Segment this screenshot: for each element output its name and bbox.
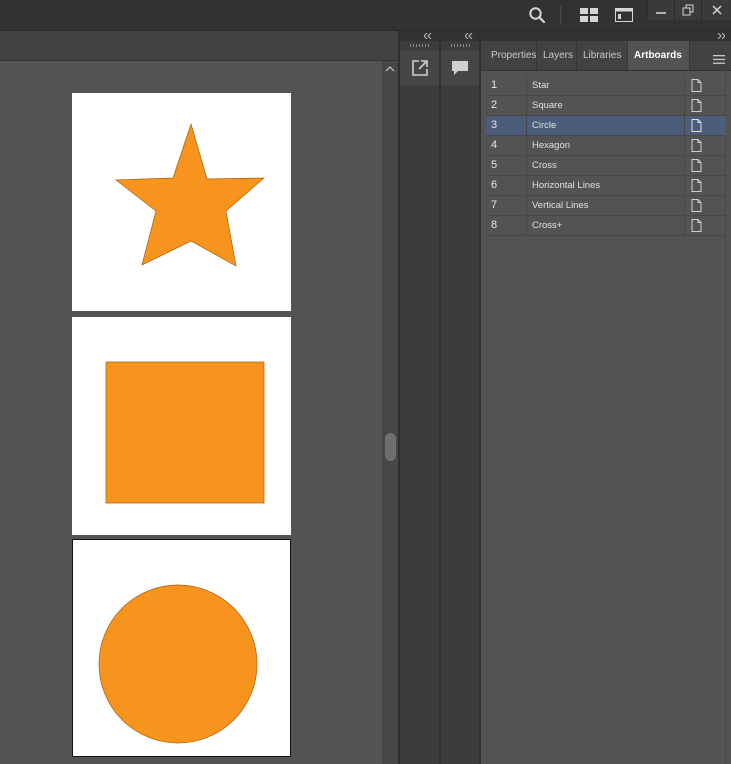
comment-icon[interactable] [441, 51, 479, 85]
document-tab-strip [0, 31, 398, 61]
dock-header [441, 31, 479, 41]
artboard-name[interactable]: Cross+ [532, 216, 562, 235]
artboard-number: 8 [491, 219, 498, 231]
artboards-panel: Properties Layers Libraries Artboards 1 … [481, 31, 731, 764]
artboard-name[interactable]: Cross [532, 156, 557, 175]
artboard-number: 7 [491, 199, 498, 211]
expand-arrows-icon[interactable] [717, 33, 725, 39]
artboard-number: 2 [491, 99, 498, 111]
export-icon[interactable] [400, 51, 439, 85]
tab-layers[interactable]: Layers [537, 41, 577, 70]
list-item[interactable]: 4 Hexagon [486, 136, 726, 156]
artboard-list: 1 Star 2 Square 3 Circle 4 Hexagon 5 Cro… [486, 76, 726, 236]
list-item[interactable]: 6 Horizontal Lines [486, 176, 726, 196]
artboard-options-icon[interactable] [690, 99, 702, 112]
artboard-name[interactable]: Star [532, 76, 549, 95]
list-item-selected[interactable]: 3 Circle [486, 116, 726, 136]
dock-header [400, 31, 439, 41]
artboard-circle[interactable] [72, 539, 291, 757]
artboard-name[interactable]: Hexagon [532, 136, 570, 155]
dock-grip[interactable] [410, 44, 430, 47]
scrollbar-thumb[interactable] [385, 433, 396, 461]
list-item[interactable]: 1 Star [486, 76, 726, 96]
vertical-scrollbar[interactable] [382, 61, 398, 764]
list-item[interactable]: 2 Square [486, 96, 726, 116]
artboard-name[interactable]: Circle [532, 116, 556, 135]
circle-shape[interactable] [73, 540, 289, 755]
list-item[interactable]: 7 Vertical Lines [486, 196, 726, 216]
hamburger-icon[interactable] [713, 51, 725, 69]
collapse-arrows-icon[interactable] [465, 33, 473, 39]
artboard-star[interactable] [72, 93, 291, 311]
title-bar [0, 0, 731, 31]
close-icon[interactable] [701, 0, 731, 20]
artboard-number: 5 [491, 159, 498, 171]
artboard-number: 1 [491, 79, 498, 91]
square-shape[interactable] [72, 317, 291, 535]
panel-header [481, 31, 731, 41]
artboard-number: 4 [491, 139, 498, 151]
star-shape[interactable] [72, 93, 291, 311]
artboard-name[interactable]: Vertical Lines [532, 196, 589, 215]
artboard-options-icon[interactable] [690, 219, 702, 232]
artboard-options-icon[interactable] [690, 179, 702, 192]
canvas[interactable] [0, 61, 382, 764]
artboard-name[interactable]: Horizontal Lines [532, 176, 600, 195]
artboard-options-icon[interactable] [690, 119, 702, 132]
workspace-layout-icon[interactable] [578, 4, 600, 26]
collapse-arrows-icon[interactable] [424, 33, 432, 39]
dock-column-export [400, 31, 439, 764]
list-item[interactable]: 8 Cross+ [486, 216, 726, 236]
panel-toggle-icon[interactable] [613, 4, 635, 26]
artboard-number: 6 [491, 179, 498, 191]
minimize-icon[interactable] [647, 0, 674, 20]
tab-libraries[interactable]: Libraries [577, 41, 628, 70]
artboard-options-icon[interactable] [690, 139, 702, 152]
panel-tab-bar: Properties Layers Libraries Artboards [481, 41, 731, 71]
restore-icon[interactable] [674, 0, 701, 20]
search-icon[interactable] [526, 4, 548, 26]
artboard-options-icon[interactable] [690, 79, 702, 92]
artboard-options-icon[interactable] [690, 159, 702, 172]
dock-grip[interactable] [451, 44, 471, 47]
tab-properties[interactable]: Properties [485, 41, 537, 70]
tab-artboards[interactable]: Artboards [628, 41, 690, 70]
dock-column-comments [441, 31, 479, 764]
artboard-number: 3 [491, 119, 498, 131]
list-item[interactable]: 5 Cross [486, 156, 726, 176]
artboard-name[interactable]: Square [532, 96, 563, 115]
artboard-square[interactable] [72, 317, 291, 535]
toolbar-divider [560, 6, 561, 24]
artboard-options-icon[interactable] [690, 199, 702, 212]
scroll-up-icon[interactable] [385, 65, 395, 73]
